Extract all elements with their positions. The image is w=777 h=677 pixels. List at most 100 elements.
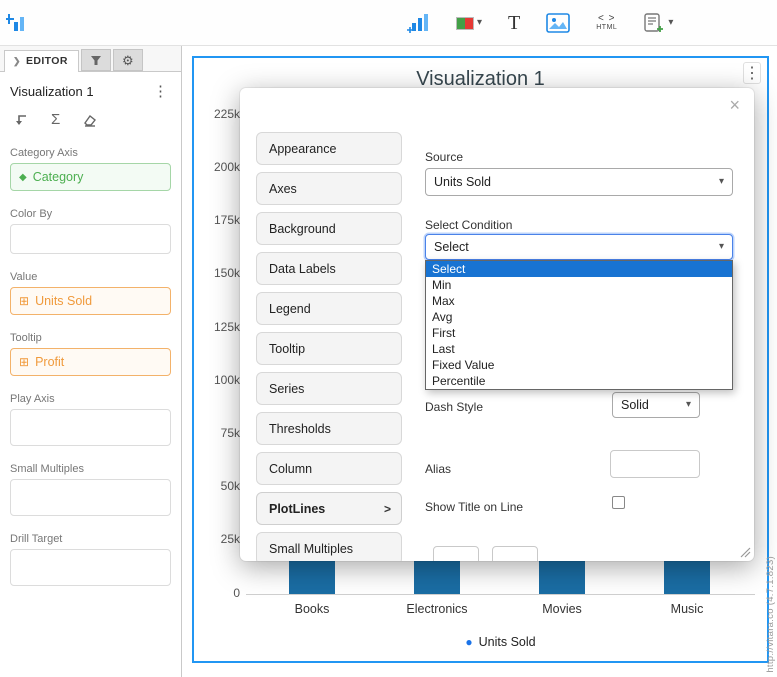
option-select[interactable]: Select xyxy=(426,261,732,277)
condition-options-list: Select Min Max Avg First Last Fixed Valu… xyxy=(425,260,733,390)
close-icon[interactable]: × xyxy=(729,96,740,114)
drill-target-dropzone[interactable] xyxy=(10,549,171,586)
editor-sidebar: ❯ EDITOR ⚙ Visualization 1 ⋮ Σ Category … xyxy=(0,46,182,677)
metric-icon: ⊞ xyxy=(19,355,30,369)
insert-image-button[interactable] xyxy=(546,13,571,33)
tab-appearance[interactable]: Appearance xyxy=(256,132,402,165)
option-percentile[interactable]: Percentile xyxy=(426,373,732,389)
tab-small-multiples[interactable]: Small Multiples xyxy=(256,532,402,561)
chart-menu-button[interactable]: ⋮ xyxy=(743,62,761,84)
play-axis-dropzone[interactable] xyxy=(10,409,171,446)
dash-style-select[interactable]: Solid ▾ xyxy=(612,392,700,418)
tab-data-labels[interactable]: Data Labels xyxy=(256,252,402,285)
legend-item-units-sold[interactable]: ● Units Sold xyxy=(246,635,755,649)
dimension-icon: ◆ xyxy=(19,171,27,183)
tab-background[interactable]: Background xyxy=(256,212,402,245)
field-chip-profit[interactable]: ⊞ Profit xyxy=(10,348,171,376)
html-icon: < > HTML xyxy=(596,13,618,32)
field-label: Small Multiples xyxy=(10,463,84,475)
tab-column[interactable]: Column xyxy=(256,452,402,485)
tab-tooltip[interactable]: Tooltip xyxy=(256,332,402,365)
insert-chart-button[interactable] xyxy=(406,11,430,35)
tab-settings[interactable]: ⚙ xyxy=(112,49,143,71)
chart-settings-dialog: × Appearance Axes Background Data Labels… xyxy=(240,88,754,561)
template-add-icon xyxy=(644,13,664,32)
tab-series[interactable]: Series xyxy=(256,372,402,405)
pivot-tool-button[interactable] xyxy=(14,113,29,127)
source-select[interactable]: Units Sold ▾ xyxy=(425,168,733,196)
field-label: Category Axis xyxy=(10,147,78,159)
tab-label: Axes xyxy=(269,181,297,196)
condition-select[interactable]: Select ▾ xyxy=(425,234,733,260)
field-chip-category[interactable]: ◆ Category xyxy=(10,163,171,191)
metric-icon: ⊞ xyxy=(19,294,30,308)
vitara-watermark-link[interactable]: http://vitara.co (4.7.1.823) xyxy=(765,556,776,673)
tab-plotlines[interactable]: PlotLines > xyxy=(256,492,402,525)
app-logo-icon[interactable] xyxy=(6,12,28,34)
option-first[interactable]: First xyxy=(426,325,732,341)
option-max[interactable]: Max xyxy=(426,293,732,309)
tab-label: Thresholds xyxy=(269,421,331,436)
visualization-menu-button[interactable]: ⋮ xyxy=(150,84,171,99)
y-axis-tick: 150k xyxy=(213,266,240,280)
text-tool-icon: T xyxy=(508,11,521,34)
field-label: Color By xyxy=(10,208,53,220)
chevron-down-icon: ▾ xyxy=(668,17,674,28)
option-last[interactable]: Last xyxy=(426,341,732,357)
modal-footer-button-1[interactable] xyxy=(433,546,479,561)
option-fixed-value[interactable]: Fixed Value xyxy=(426,357,732,373)
option-avg[interactable]: Avg xyxy=(426,309,732,325)
field-chip-units-sold[interactable]: ⊞ Units Sold xyxy=(10,287,171,315)
condition-select-value: Select xyxy=(434,240,469,254)
y-axis-tick: 225k xyxy=(213,107,240,121)
chevron-down-icon: ▾ xyxy=(718,176,724,187)
html-tool-button[interactable]: < > HTML xyxy=(596,14,617,32)
show-title-label: Show Title on Line xyxy=(425,500,524,514)
y-axis-tick: 200k xyxy=(213,160,240,174)
filter-icon xyxy=(90,55,101,65)
chip-label: Category xyxy=(32,170,84,184)
tab-thresholds[interactable]: Thresholds xyxy=(256,412,402,445)
text-tool-button[interactable]: T xyxy=(508,12,520,35)
field-group-color-by: Color By xyxy=(10,208,171,254)
small-multiples-dropzone[interactable] xyxy=(10,479,171,516)
eraser-icon xyxy=(84,114,97,127)
color-by-dropzone[interactable] xyxy=(10,224,171,254)
legend-label: Units Sold xyxy=(478,635,536,649)
aggregate-tool-button[interactable]: Σ xyxy=(51,111,60,128)
x-axis-label: Music xyxy=(670,602,704,616)
y-axis-tick: 0 xyxy=(233,586,240,600)
y-axis-tick: 50k xyxy=(220,479,240,493)
field-label: Play Axis xyxy=(10,393,55,405)
resize-handle-icon[interactable] xyxy=(740,547,751,558)
tab-filter[interactable] xyxy=(80,49,111,71)
tab-label: Appearance xyxy=(269,141,337,156)
sidebar-toolbar: Σ xyxy=(0,103,181,130)
y-axis-tick: 100k xyxy=(213,373,240,387)
tab-label: Column xyxy=(269,461,313,476)
field-group-value: Value ⊞ Units Sold xyxy=(10,271,171,315)
field-group-play-axis: Play Axis xyxy=(10,393,171,446)
x-axis-label: Movies xyxy=(542,602,582,616)
tab-editor[interactable]: ❯ EDITOR xyxy=(4,50,79,72)
option-min[interactable]: Min xyxy=(426,277,732,293)
tab-label: Data Labels xyxy=(269,261,336,276)
chip-label: Units Sold xyxy=(35,294,93,308)
legend-dot-icon: ● xyxy=(465,635,473,649)
add-template-button[interactable]: ▾ xyxy=(643,12,673,34)
color-picker-button[interactable]: ▾ xyxy=(456,16,482,30)
tab-legend[interactable]: Legend xyxy=(256,292,402,325)
alias-input[interactable] xyxy=(610,450,700,478)
modal-footer-button-2[interactable] xyxy=(492,546,538,561)
chevron-down-icon: ▾ xyxy=(685,399,691,410)
tab-axes[interactable]: Axes xyxy=(256,172,402,205)
show-title-checkbox[interactable] xyxy=(612,496,625,509)
source-select-value: Units Sold xyxy=(434,175,491,189)
alias-label: Alias xyxy=(425,462,452,476)
sigma-icon: Σ xyxy=(51,111,61,128)
x-axis-label: Books xyxy=(294,602,330,616)
clear-tool-button[interactable] xyxy=(82,113,98,127)
gear-icon: ⚙ xyxy=(122,52,134,68)
editor-tab-label: EDITOR xyxy=(25,55,68,67)
field-label: Drill Target xyxy=(10,533,63,545)
